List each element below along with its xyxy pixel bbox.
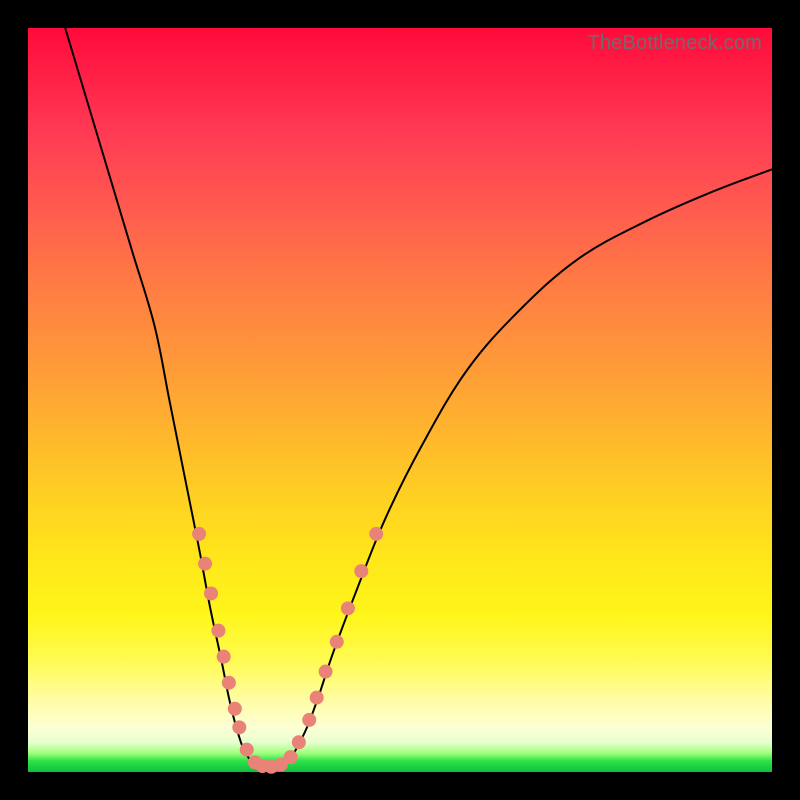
highlight-dot [217, 650, 231, 664]
highlight-dot [369, 527, 383, 541]
highlight-dot [341, 601, 355, 615]
highlight-dot [284, 750, 298, 764]
highlight-dot [198, 557, 212, 571]
highlight-dot [222, 676, 236, 690]
plot-area: TheBottleneck.com [28, 28, 772, 772]
highlight-dot [330, 635, 344, 649]
highlight-dot [292, 735, 306, 749]
highlight-dot [354, 564, 368, 578]
highlight-dot [310, 691, 324, 705]
v-curve [65, 28, 772, 769]
highlight-dot [192, 527, 206, 541]
highlight-dot [319, 665, 333, 679]
highlight-dot [211, 624, 225, 638]
highlight-dot [240, 743, 254, 757]
chart-frame: TheBottleneck.com [0, 0, 800, 800]
highlight-dot [228, 702, 242, 716]
chart-overlay [28, 28, 772, 772]
highlight-dots-group [192, 527, 383, 774]
highlight-dot [232, 720, 246, 734]
highlight-dot [204, 586, 218, 600]
highlight-dot [302, 713, 316, 727]
